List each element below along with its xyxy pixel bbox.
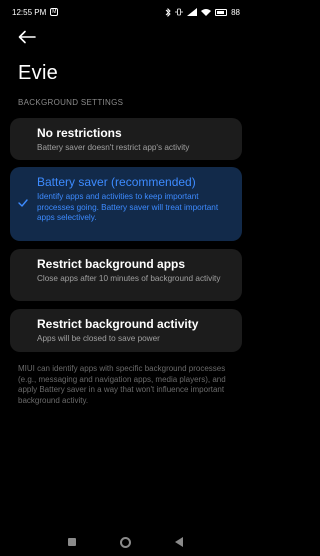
checkmark-icon: [18, 199, 28, 207]
recents-button[interactable]: [67, 538, 76, 546]
status-bar: 12:55 PM M 88: [0, 0, 250, 24]
home-button[interactable]: [119, 536, 131, 548]
option-no-restrictions[interactable]: No restrictions Battery saver doesn't re…: [10, 118, 242, 160]
option-restrict-background-apps[interactable]: Restrict background apps Close apps afte…: [10, 249, 242, 301]
option-title: Battery saver (recommended): [37, 175, 196, 189]
status-time: 12:55 PM: [12, 7, 47, 17]
option-description: Identify apps and activities to keep imp…: [37, 192, 219, 222]
option-restrict-background-activity[interactable]: Restrict background activity Apps will b…: [10, 309, 242, 352]
option-title: No restrictions: [37, 126, 122, 140]
battery-icon: [215, 8, 228, 16]
notification-badge: M: [50, 8, 59, 16]
battery-percent: 88: [231, 7, 240, 17]
option-title: Restrict background activity: [37, 317, 199, 331]
option-description: Close apps after 10 minutes of backgroun…: [37, 274, 221, 283]
status-left: 12:55 PM M: [12, 7, 59, 17]
wifi-icon: [201, 9, 212, 16]
arrow-left-icon: [18, 30, 36, 44]
option-battery-saver[interactable]: Battery saver (recommended) Identify app…: [10, 167, 242, 241]
back-nav-button[interactable]: [174, 537, 183, 547]
option-description: Apps will be closed to save power: [37, 334, 160, 343]
signal-icon: [187, 8, 198, 16]
back-button[interactable]: [18, 30, 36, 44]
battery-fill: [217, 10, 225, 14]
home-icon: [119, 536, 131, 548]
navigation-bar: [0, 528, 250, 556]
recents-icon: [67, 538, 76, 546]
back-triangle-icon: [174, 537, 183, 547]
bluetooth-icon: [165, 7, 171, 17]
section-header: BACKGROUND SETTINGS: [18, 98, 124, 107]
vibrate-icon: [175, 8, 183, 16]
page-title: Evie: [18, 62, 59, 84]
option-title: Restrict background apps: [37, 257, 186, 271]
option-description: Battery saver doesn't restrict app's act…: [37, 143, 190, 152]
footer-note: MIUI can identify apps with specific bac…: [18, 364, 226, 405]
status-right: 88: [165, 7, 240, 17]
